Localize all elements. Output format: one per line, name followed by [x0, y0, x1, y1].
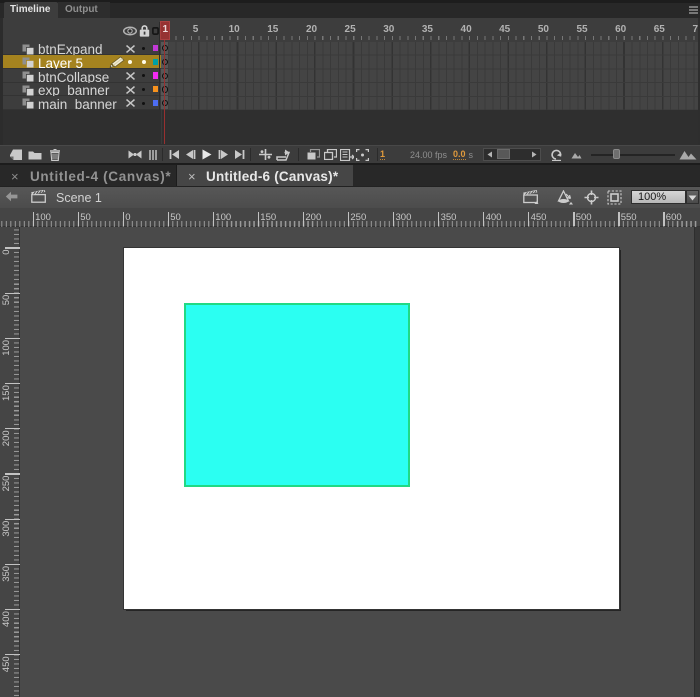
svg-text:450: 450 [1, 656, 12, 672]
svg-text:350: 350 [1, 566, 12, 582]
svg-text:100: 100 [1, 340, 12, 356]
svg-text:300: 300 [1, 521, 12, 537]
svg-text:400: 400 [1, 611, 12, 627]
svg-text:150: 150 [1, 385, 12, 401]
svg-text:200: 200 [1, 430, 12, 446]
svg-text:0: 0 [1, 250, 12, 255]
svg-text:50: 50 [1, 295, 12, 306]
svg-text:250: 250 [1, 476, 12, 492]
